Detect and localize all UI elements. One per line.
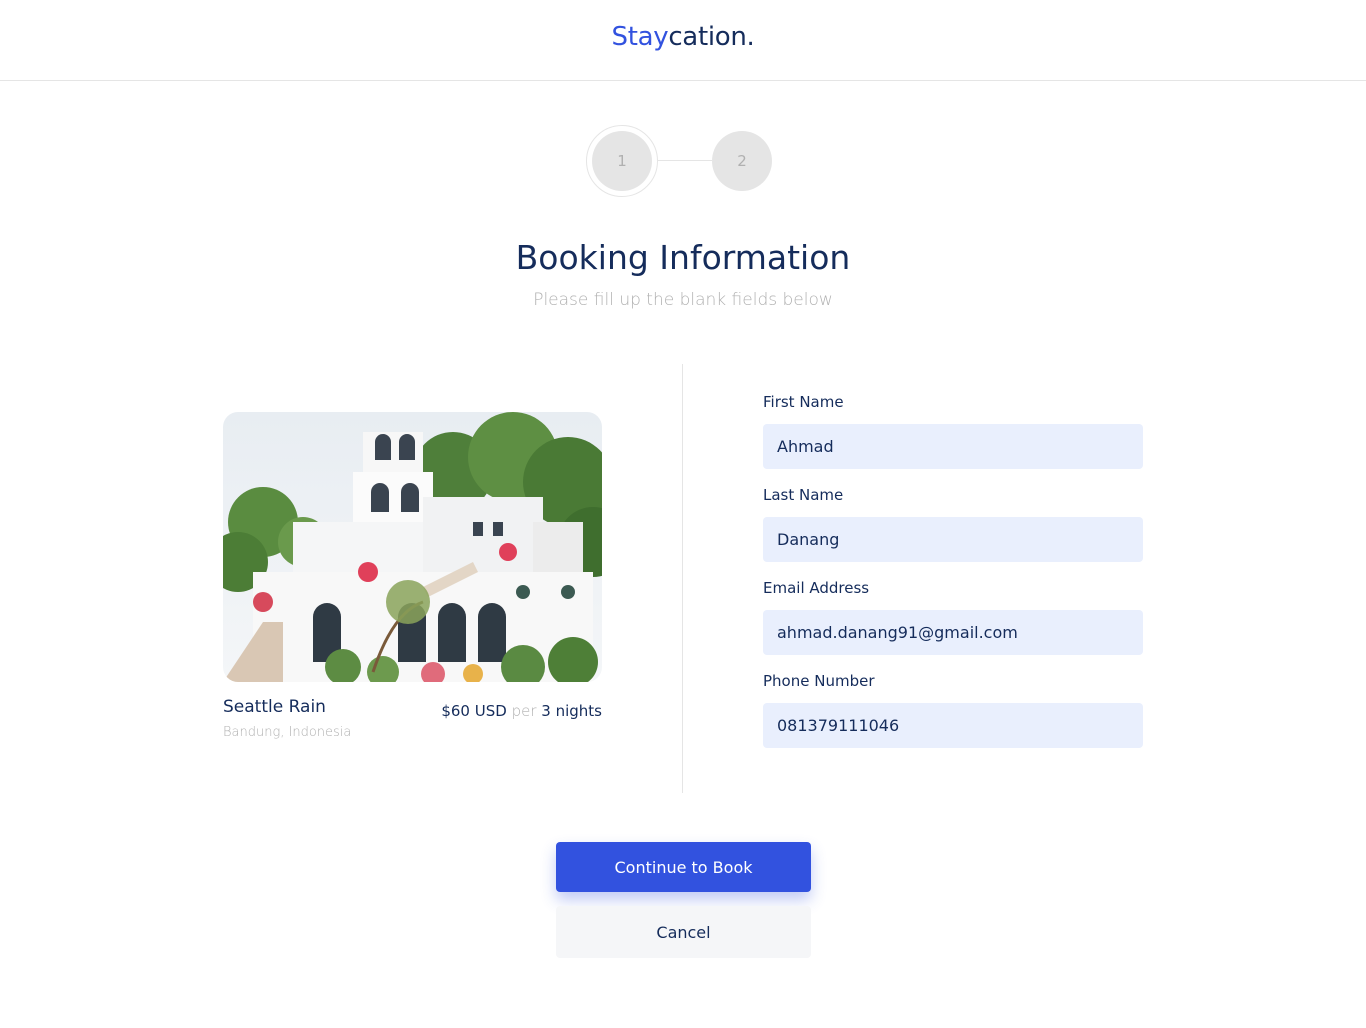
phone-label: Phone Number — [763, 672, 875, 690]
brand-logo[interactable]: Staycation. — [0, 22, 1366, 52]
step-connector — [658, 160, 712, 161]
price-amount: $60 USD — [441, 702, 507, 720]
price-per: per — [511, 702, 537, 720]
email-field[interactable] — [763, 610, 1143, 655]
top-navbar: Staycation. — [0, 0, 1366, 81]
step-1: 1 — [592, 131, 652, 191]
continue-to-book-button[interactable]: Continue to Book — [556, 842, 811, 892]
villa-photo-icon — [223, 412, 602, 682]
property-location: Bandung, Indonesia — [223, 725, 352, 740]
phone-field[interactable] — [763, 703, 1143, 748]
cancel-button[interactable]: Cancel — [556, 906, 811, 958]
property-photo — [223, 412, 602, 682]
column-divider — [682, 364, 683, 793]
email-label: Email Address — [763, 579, 870, 597]
last-name-label: Last Name — [763, 486, 844, 504]
brand-logo-part2: cation. — [668, 22, 755, 52]
page-title: Booking Information — [515, 238, 851, 277]
booking-stepper: 1 2 — [586, 125, 776, 197]
first-name-field[interactable] — [763, 424, 1143, 469]
brand-logo-part1: Stay — [611, 22, 669, 52]
last-name-field[interactable] — [763, 517, 1143, 562]
property-name: Seattle Rain — [223, 697, 326, 717]
page-subtitle: Please fill up the blank fields below — [533, 290, 833, 310]
step-2: 2 — [712, 131, 772, 191]
price-duration: 3 nights — [541, 702, 602, 720]
first-name-label: First Name — [763, 393, 844, 411]
property-price: $60 USD per 3 nights — [441, 702, 602, 720]
